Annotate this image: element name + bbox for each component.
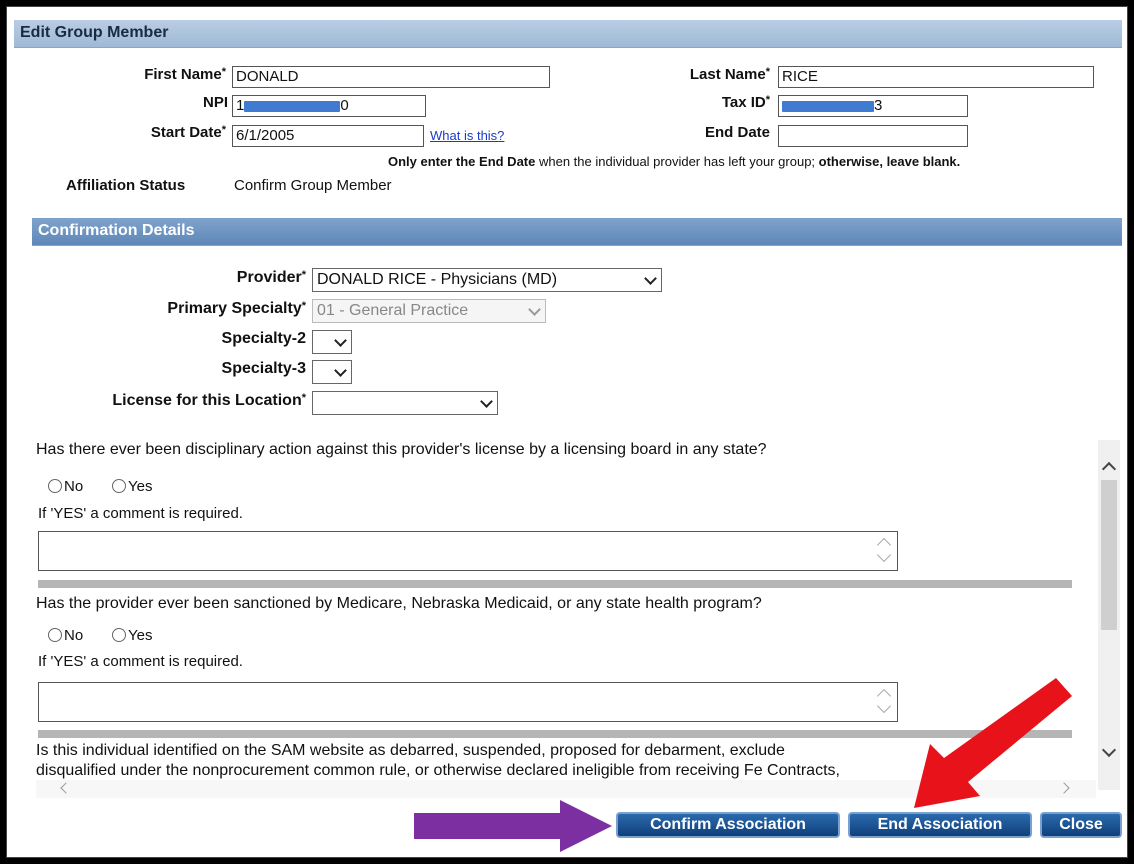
primary-specialty-label: Primary Specialty* xyxy=(167,300,306,317)
question-2-comment-note: If 'YES' a comment is required. xyxy=(38,653,243,670)
question-1-yes-radio[interactable]: Yes xyxy=(112,478,152,495)
provider-select[interactable]: DONALD RICE - Physicians (MD) xyxy=(312,268,662,292)
question-1-comment-note: If 'YES' a comment is required. xyxy=(38,505,243,522)
first-name-label: First Name* xyxy=(144,66,226,83)
section-title: Edit Group Member xyxy=(20,24,169,41)
question-3-text-line2: disqualified under the nonprocurement co… xyxy=(36,762,840,779)
end-date-note: Only enter the End Date when the individ… xyxy=(388,154,961,169)
divider xyxy=(38,730,1072,738)
scroll-down-icon xyxy=(876,547,892,563)
primary-specialty-select[interactable]: 01 - General Practice xyxy=(312,299,546,323)
chevron-down-icon xyxy=(644,272,657,285)
end-association-button[interactable]: End Association xyxy=(848,812,1032,838)
chevron-down-icon[interactable] xyxy=(1101,742,1117,758)
specialty-2-select[interactable] xyxy=(312,330,352,354)
chevron-down-icon xyxy=(334,334,347,347)
tax-id-input[interactable]: 3 xyxy=(778,95,968,117)
start-date-label: Start Date* xyxy=(150,124,226,141)
question-1-comment-textarea[interactable] xyxy=(38,531,898,571)
start-date-input[interactable]: 6/1/2005 xyxy=(232,125,424,147)
end-date-label: End Date xyxy=(704,124,770,141)
scrollbar-thumb[interactable] xyxy=(1101,480,1117,630)
chevron-down-icon xyxy=(480,395,493,408)
chevron-down-icon xyxy=(528,303,541,316)
npi-input[interactable]: 10 xyxy=(232,95,426,117)
question-1-text: Has there ever been disciplinary action … xyxy=(36,441,767,458)
what-is-this-link[interactable]: What is this? xyxy=(430,128,504,143)
divider xyxy=(38,580,1072,588)
specialty-2-label: Specialty-2 xyxy=(221,330,306,347)
affiliation-status-label: Affiliation Status xyxy=(66,177,186,194)
question-2-comment-textarea[interactable] xyxy=(38,682,898,722)
last-name-input[interactable]: RICE xyxy=(778,66,1094,88)
specialty-3-label: Specialty-3 xyxy=(221,360,306,377)
question-3-text-line1: Is this individual identified on the SAM… xyxy=(36,742,785,759)
scroll-down-icon xyxy=(876,698,892,714)
question-2-yes-radio[interactable]: Yes xyxy=(112,627,152,644)
section-header-confirmation: Confirmation Details xyxy=(32,218,1122,246)
affiliation-status-value: Confirm Group Member xyxy=(234,177,392,194)
question-2-no-radio[interactable]: No xyxy=(48,627,83,644)
close-button[interactable]: Close xyxy=(1040,812,1122,838)
first-name-input[interactable]: DONALD xyxy=(232,66,550,88)
chevron-right-icon[interactable] xyxy=(1058,782,1070,794)
license-select[interactable] xyxy=(312,391,498,415)
license-label: License for this Location* xyxy=(112,392,306,409)
provider-label: Provider* xyxy=(236,269,306,286)
chevron-left-icon[interactable] xyxy=(60,782,72,794)
horizontal-scrollbar[interactable] xyxy=(36,780,1096,798)
question-1-no-radio[interactable]: No xyxy=(48,478,83,495)
chevron-up-icon[interactable] xyxy=(1101,461,1117,477)
npi-label: NPI xyxy=(202,94,228,111)
specialty-3-select[interactable] xyxy=(312,360,352,384)
section-header-edit: Edit Group Member xyxy=(14,20,1122,48)
redaction-bar xyxy=(244,100,341,112)
vertical-scrollbar[interactable] xyxy=(1098,440,1120,790)
tax-id-label: Tax ID* xyxy=(721,94,770,111)
end-date-input[interactable] xyxy=(778,125,968,147)
confirm-association-button[interactable]: Confirm Association xyxy=(616,812,840,838)
redaction-bar xyxy=(782,100,874,112)
section-title: Confirmation Details xyxy=(38,222,195,239)
last-name-label: Last Name* xyxy=(689,66,770,83)
question-2-text: Has the provider ever been sanctioned by… xyxy=(36,595,762,612)
chevron-down-icon xyxy=(334,364,347,377)
